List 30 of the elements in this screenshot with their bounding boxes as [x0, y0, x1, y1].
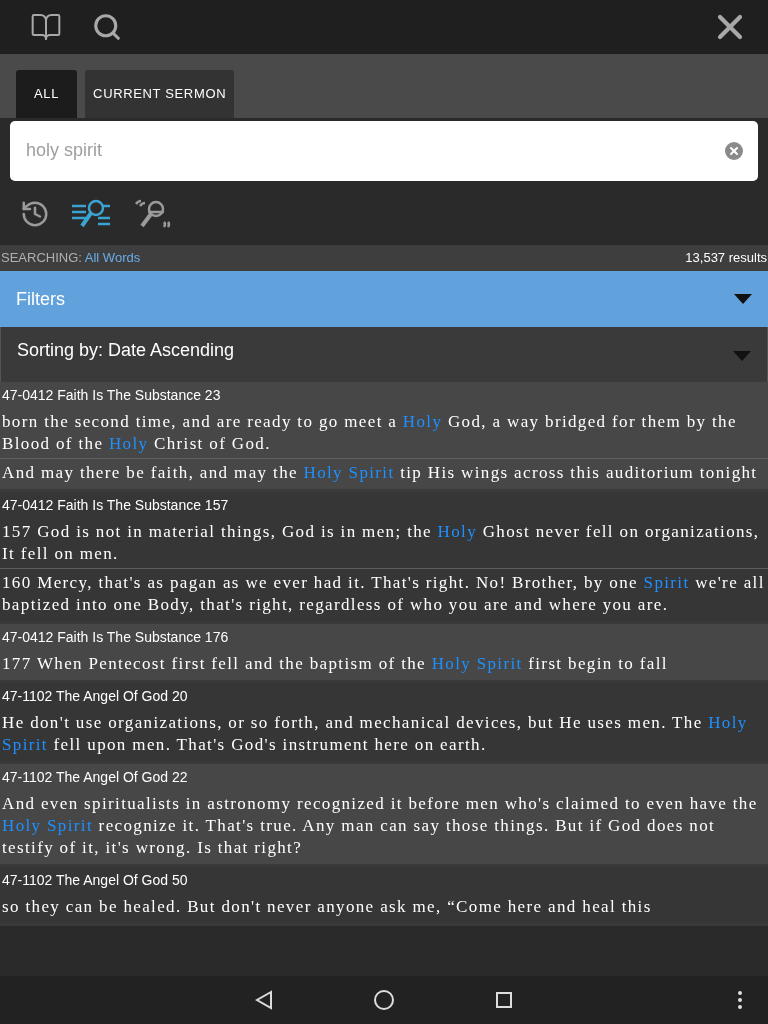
passage-text[interactable]: born the second time, and are ready to go meet a Holy God, a way bridged for them by the Blood of the Holy Christ of God.	[0, 408, 768, 458]
dropdown-icon	[734, 294, 752, 304]
recents-icon[interactable]	[495, 991, 513, 1009]
result-header[interactable]: 47-0412 Faith Is The Substance 23	[0, 382, 768, 408]
phrase-search-icon[interactable]	[134, 198, 172, 230]
sorting-dropdown[interactable]: Sorting by: Date Ascending	[0, 327, 768, 382]
history-icon[interactable]	[20, 199, 50, 229]
searching-label: SEARCHING: All Words	[1, 249, 141, 268]
result-header[interactable]: 47-1102 The Angel Of God 20	[0, 683, 768, 709]
passage-text[interactable]: 160 Mercy, that's as pagan as we ever had it. That's right. No! Brother, by one Spirit we're all baptized into one Body, that's right, regardless of who you are and where you are.	[0, 568, 768, 619]
result-count: 13,537 results	[685, 249, 767, 268]
word-search-icon[interactable]	[72, 198, 112, 230]
passage-text[interactable]: And may there be faith, and may the Holy Spirit tip His wings across this auditorium tonight	[0, 458, 768, 487]
back-icon[interactable]	[255, 990, 273, 1010]
tab[interactable]: CURRENT SERMON	[85, 70, 235, 118]
passage-text[interactable]: so they can be healed. But don't never anyone ask me, “Come here and heal this	[0, 893, 768, 921]
passage-text[interactable]: He don't use organizations, or so forth, and mechanical devices, but He uses men. The Holy Spirit fell upon men. That's God's instrument here on earth.	[0, 709, 768, 759]
book-icon[interactable]	[30, 11, 62, 43]
tab[interactable]: ALL	[16, 70, 78, 118]
passage-text[interactable]: And even spiritualists in astronomy recognized it before men who's claimed to even have the Holy Spirit recognize it. That's true. Any man can say those things. But if God does not testify of it, it's wrong. Is that right?	[0, 790, 768, 862]
result-header[interactable]: 47-1102 The Angel Of God 50	[0, 867, 768, 893]
home-icon[interactable]	[373, 989, 395, 1011]
result-header[interactable]: 47-1102 The Angel Of God 22	[0, 764, 768, 790]
passage-text[interactable]: 177 When Pentecost first fell and the baptism of the Holy Spirit first begin to fall	[0, 650, 768, 678]
result-header[interactable]: 47-0412 Faith Is The Substance 157	[0, 492, 768, 518]
dropdown-icon	[733, 351, 751, 361]
search-icon[interactable]	[92, 12, 122, 42]
result-header[interactable]: 47-0412 Faith Is The Substance 176	[0, 624, 768, 650]
passage-text[interactable]: 157 God is not in material things, God is in men; the Holy Ghost never fell on organizations, It fell on men.	[0, 518, 768, 568]
more-icon[interactable]	[737, 990, 743, 1010]
